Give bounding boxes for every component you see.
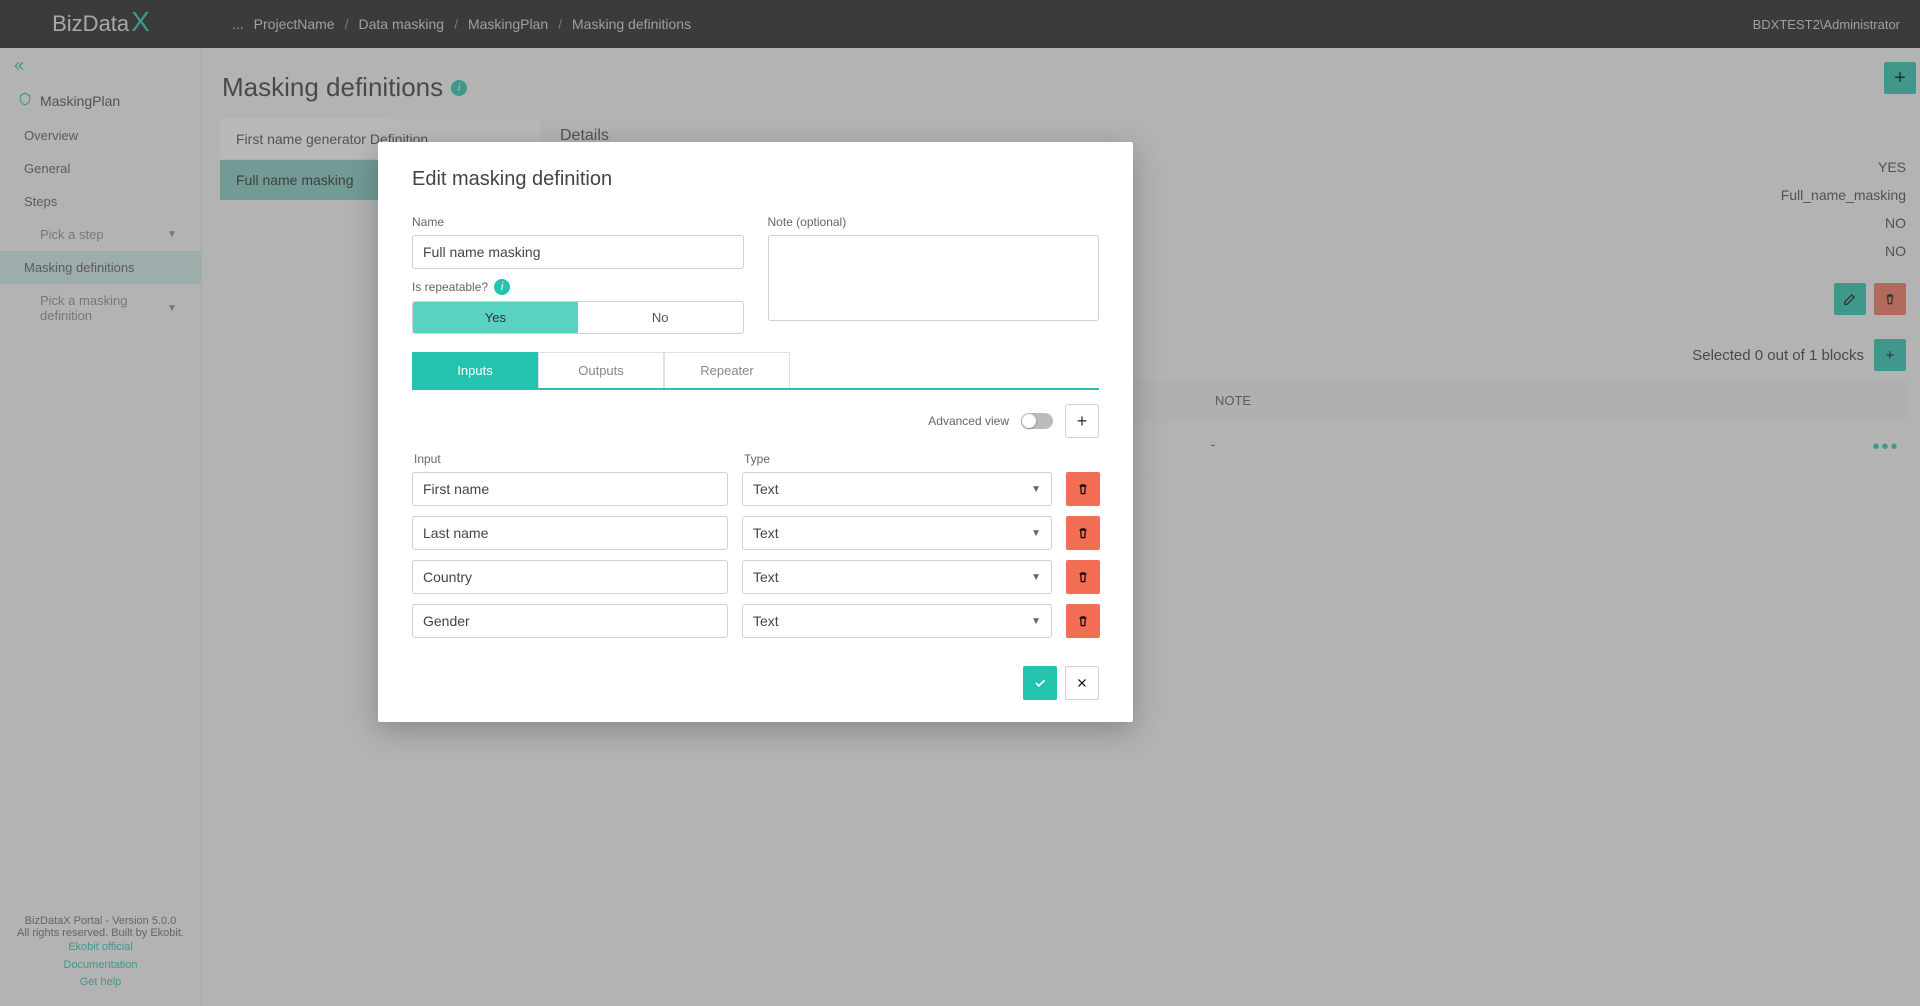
modal-tabs: Inputs Outputs Repeater <box>412 352 1099 390</box>
input-type-select[interactable]: Text ▼ <box>742 516 1052 550</box>
delete-input-button[interactable] <box>1066 560 1100 594</box>
tab-repeater[interactable]: Repeater <box>664 352 790 388</box>
confirm-button[interactable] <box>1023 666 1057 700</box>
modal-title: Edit masking definition <box>412 168 1099 191</box>
caret-down-icon: ▼ <box>1031 572 1041 583</box>
add-input-button[interactable]: + <box>1065 404 1099 438</box>
name-label: Name <box>412 215 744 229</box>
input-type-select[interactable]: Text ▼ <box>742 604 1052 638</box>
input-type-select[interactable]: Text ▼ <box>742 560 1052 594</box>
repeatable-label: Is repeatable? <box>412 280 488 294</box>
input-row: Text ▼ <box>412 604 1100 638</box>
tab-outputs[interactable]: Outputs <box>538 352 664 388</box>
select-value: Text <box>753 481 779 497</box>
advanced-view-toggle[interactable] <box>1021 413 1053 429</box>
repeatable-no[interactable]: No <box>578 302 743 333</box>
input-name-field[interactable] <box>412 560 728 594</box>
input-column-header: Input <box>414 452 730 466</box>
select-value: Text <box>753 613 779 629</box>
repeatable-toggle: Yes No <box>412 301 744 334</box>
select-value: Text <box>753 569 779 585</box>
input-type-select[interactable]: Text ▼ <box>742 472 1052 506</box>
name-input[interactable] <box>412 235 744 269</box>
delete-input-button[interactable] <box>1066 516 1100 550</box>
input-row: Text ▼ <box>412 516 1100 550</box>
input-name-field[interactable] <box>412 472 728 506</box>
advanced-view-label: Advanced view <box>928 414 1009 428</box>
caret-down-icon: ▼ <box>1031 484 1041 495</box>
delete-input-button[interactable] <box>1066 472 1100 506</box>
input-name-field[interactable] <box>412 516 728 550</box>
delete-input-button[interactable] <box>1066 604 1100 638</box>
select-value: Text <box>753 525 779 541</box>
repeatable-yes[interactable]: Yes <box>413 302 578 333</box>
input-name-field[interactable] <box>412 604 728 638</box>
note-input[interactable] <box>768 235 1100 321</box>
input-row: Text ▼ <box>412 560 1100 594</box>
type-column-header: Type <box>744 452 770 466</box>
note-label: Note (optional) <box>768 215 1100 229</box>
caret-down-icon: ▼ <box>1031 528 1041 539</box>
tab-inputs[interactable]: Inputs <box>412 352 538 388</box>
cancel-button[interactable] <box>1065 666 1099 700</box>
input-row: Text ▼ <box>412 472 1100 506</box>
info-icon[interactable]: i <box>494 279 510 295</box>
caret-down-icon: ▼ <box>1031 616 1041 627</box>
edit-masking-definition-modal: Edit masking definition Name Is repeatab… <box>378 142 1133 722</box>
